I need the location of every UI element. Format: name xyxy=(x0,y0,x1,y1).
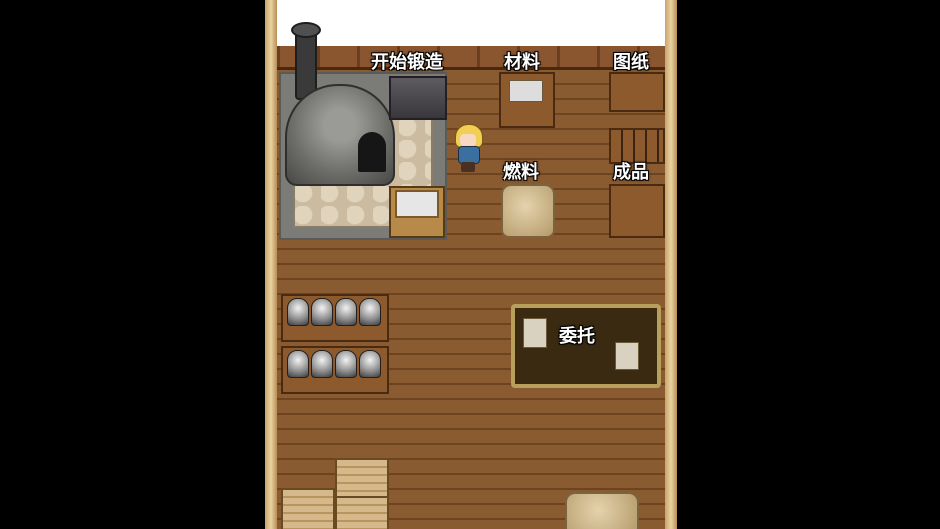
helmet-icon xyxy=(335,298,357,326)
wooden-crate[interactable] xyxy=(335,458,389,498)
chestplate-icon xyxy=(311,350,333,378)
chestplate-icon xyxy=(287,350,309,378)
game-map[interactable]: 开始锻造 材料 图纸 燃料 成品 委托 xyxy=(265,0,677,529)
notice-paper xyxy=(615,342,639,370)
products-label[interactable]: 成品 xyxy=(613,158,649,184)
start-forge-label[interactable]: 开始锻造 xyxy=(371,48,443,74)
sky-area xyxy=(277,0,665,46)
chestplate-icon xyxy=(359,350,381,378)
helmet-icon xyxy=(287,298,309,326)
commission-label[interactable]: 委托 xyxy=(559,322,595,348)
ceiling-beam xyxy=(277,46,665,70)
chimney-cap xyxy=(291,22,321,38)
chestplate-icon xyxy=(335,350,357,378)
hero-face xyxy=(460,134,476,146)
helmet-icon xyxy=(359,298,381,326)
fuel-label[interactable]: 燃料 xyxy=(503,158,539,184)
wanted-poster xyxy=(523,318,547,348)
grain-sack[interactable] xyxy=(565,492,639,529)
products-shelf[interactable] xyxy=(609,184,665,238)
work-table-blade xyxy=(395,190,439,218)
anvil[interactable] xyxy=(389,76,447,120)
player-character[interactable] xyxy=(453,124,483,172)
wooden-crate[interactable] xyxy=(335,496,389,529)
fuel-sack[interactable] xyxy=(501,184,555,238)
wooden-crate[interactable] xyxy=(281,488,335,529)
helmet-icon xyxy=(311,298,333,326)
blueprints-label[interactable]: 图纸 xyxy=(613,48,649,74)
left-wall xyxy=(265,0,277,529)
blueprints-shelf[interactable] xyxy=(609,72,665,112)
materials-item-icon xyxy=(509,80,543,102)
materials-label[interactable]: 材料 xyxy=(504,48,540,74)
furnace-opening xyxy=(358,132,386,172)
hero-legs xyxy=(461,162,475,172)
right-wall xyxy=(665,0,677,529)
